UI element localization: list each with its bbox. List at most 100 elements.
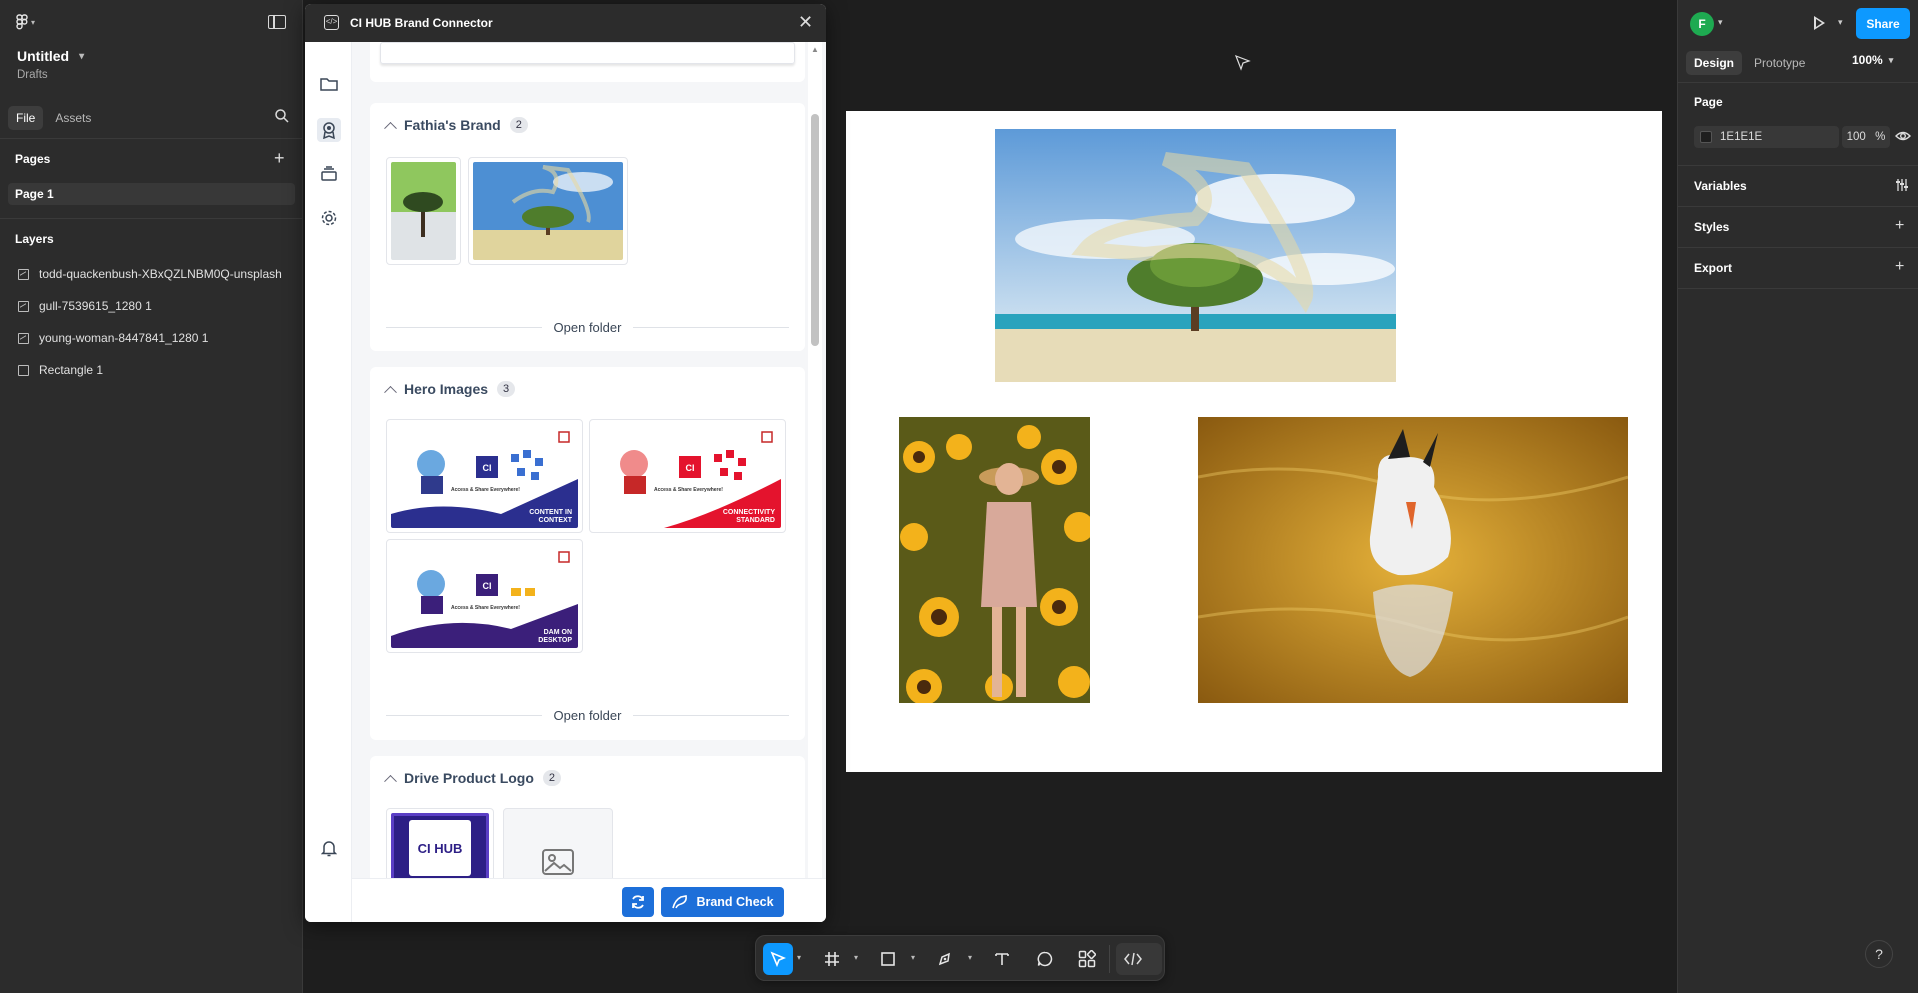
search-field-partial[interactable] — [380, 42, 795, 64]
cursor-arrow-icon — [770, 951, 786, 967]
canvas-frame[interactable] — [846, 111, 1662, 772]
canvas-image-young-woman[interactable] — [899, 417, 1090, 703]
actions-tool[interactable] — [1073, 943, 1101, 975]
open-folder-link[interactable]: Open folder — [386, 319, 789, 335]
file-title-text: Untitled — [17, 48, 70, 64]
collection-title: Fathia's Brand — [404, 117, 501, 133]
layers-stack-icon[interactable] — [317, 162, 341, 186]
chevron-down-icon[interactable]: ▾ — [1718, 17, 1723, 28]
text-tool[interactable] — [989, 943, 1015, 975]
variables-title: Variables — [1694, 179, 1747, 193]
tab-design[interactable]: Design — [1686, 51, 1743, 75]
zoom-value: 100% — [1852, 53, 1883, 67]
chevron-down-icon[interactable]: ▾ — [911, 953, 915, 962]
canvas-image-gull[interactable] — [1198, 417, 1628, 703]
collection-header[interactable]: Fathia's Brand 2 — [384, 117, 528, 135]
dev-mode-toggle[interactable] — [1116, 943, 1162, 975]
page-color-field[interactable]: 1E1E1E — [1694, 126, 1839, 148]
divider-line — [386, 326, 542, 328]
chevron-down-icon: ▾ — [79, 50, 85, 62]
plugin-header: </> CI HUB Brand Connector ✕ — [305, 4, 826, 42]
asset-thumbnail[interactable]: CI HUB — [386, 808, 494, 878]
frame-tool[interactable] — [820, 943, 844, 975]
image-icon — [18, 300, 29, 312]
folder-icon[interactable] — [317, 72, 341, 96]
tab-assets[interactable]: Assets — [47, 106, 99, 130]
collection-title: Drive Product Logo — [404, 770, 534, 786]
layer-item[interactable]: gull-7539615_1280 1 — [0, 291, 303, 321]
color-swatch[interactable] — [1700, 131, 1712, 143]
present-play-icon[interactable] — [1814, 16, 1825, 30]
rectangle-tool[interactable] — [876, 943, 900, 975]
chevron-down-icon[interactable]: ▾ — [968, 953, 972, 962]
zoom-dropdown[interactable]: 100% ▾ — [1852, 53, 1893, 67]
share-button[interactable]: Share — [1856, 8, 1910, 39]
comment-tool[interactable] — [1032, 943, 1058, 975]
asset-thumbnail[interactable] — [386, 157, 461, 265]
collection-header[interactable]: Hero Images 3 — [384, 381, 516, 399]
open-folder-link[interactable]: Open folder — [386, 707, 789, 723]
plugin-footer: Brand Check — [352, 878, 826, 922]
layers-title: Layers — [15, 232, 54, 246]
search-icon[interactable] — [274, 108, 290, 124]
add-style-icon[interactable]: + — [1895, 218, 1904, 234]
sidebar-toggle-icon[interactable] — [268, 15, 286, 29]
add-page-icon[interactable]: + — [274, 149, 285, 167]
collection-title: Hero Images — [404, 381, 489, 397]
help-button[interactable]: ? — [1865, 940, 1893, 968]
actions-grid-icon — [1078, 950, 1096, 968]
asset-thumbnail[interactable] — [503, 808, 613, 878]
avatar[interactable]: F — [1690, 12, 1714, 36]
variables-settings-icon[interactable] — [1895, 178, 1909, 196]
canvas-image-beach-tree[interactable] — [995, 129, 1396, 382]
comment-bubble-icon — [1037, 951, 1053, 967]
hero-subtitle: Access & Share Everywhere! — [654, 487, 723, 493]
chevron-down-icon[interactable]: ▾ — [797, 953, 801, 962]
bottom-toolbar: ▾ ▾ ▾ ▾ — [755, 935, 1165, 981]
chevron-up-icon — [384, 385, 397, 399]
svg-text:CI: CI — [686, 463, 695, 473]
chevron-up-icon — [384, 121, 397, 135]
bell-icon[interactable] — [317, 836, 341, 860]
tab-file[interactable]: File — [8, 106, 44, 130]
refresh-button[interactable] — [622, 887, 654, 917]
brand-badge-icon[interactable] — [317, 118, 341, 142]
scrollbar-thumb[interactable] — [811, 114, 819, 346]
chevron-down-icon[interactable]: ▾ — [854, 953, 858, 962]
hero-subtitle: Access & Share Everywhere! — [451, 487, 520, 493]
file-location[interactable]: Drafts — [17, 69, 48, 81]
move-tool[interactable] — [763, 943, 793, 975]
rectangle-icon — [18, 364, 29, 376]
brand-check-button[interactable]: Brand Check — [661, 887, 784, 917]
layer-item[interactable]: young-woman-8447841_1280 1 — [0, 323, 303, 353]
asset-thumbnail[interactable]: CI Access & Share Everywhere! CONNECTIVI… — [589, 419, 786, 533]
pen-icon — [938, 952, 950, 966]
layer-item[interactable]: todd-quackenbush-XBxQZLNBM0Q-unsplash — [0, 259, 303, 289]
collection-header[interactable]: Drive Product Logo 2 — [384, 770, 562, 788]
gear-icon[interactable] — [317, 206, 341, 230]
asset-thumbnail[interactable] — [468, 157, 628, 265]
asset-thumbnail[interactable]: CI Access & Share Everywhere! CONTENT IN… — [386, 419, 583, 533]
ci-hub-logo: CI HUB — [391, 813, 489, 878]
tab-prototype[interactable]: Prototype — [1746, 51, 1813, 75]
main-menu-button[interactable]: ▾ — [16, 14, 35, 30]
close-icon[interactable]: ✕ — [798, 12, 813, 33]
page-opacity-field[interactable]: 100 % — [1842, 126, 1890, 148]
divider — [1678, 82, 1918, 83]
page-item-page-1[interactable]: Page 1 — [8, 183, 295, 205]
code-brackets-icon — [1124, 952, 1142, 966]
eye-icon[interactable] — [1895, 129, 1911, 147]
plugin-title: CI HUB Brand Connector — [350, 16, 493, 30]
add-export-icon[interactable]: + — [1895, 259, 1904, 275]
scroll-up-icon[interactable]: ▲ — [811, 45, 819, 54]
asset-thumbnail[interactable]: CI Access & Share Everywhere! DAM ON DES… — [386, 539, 583, 653]
layer-label: Rectangle 1 — [39, 363, 104, 377]
file-title[interactable]: Untitled ▾ — [17, 48, 84, 64]
opacity-value: 100 — [1846, 131, 1866, 143]
pen-tool[interactable] — [933, 943, 957, 975]
layer-item[interactable]: Rectangle 1 — [0, 355, 303, 385]
plugin-code-icon: </> — [324, 15, 339, 30]
open-folder-label: Open folder — [553, 319, 622, 335]
chevron-down-icon[interactable]: ▾ — [1838, 17, 1843, 28]
plugin-content: Fathia's Brand 2 Open folder Hero Images… — [352, 42, 826, 878]
